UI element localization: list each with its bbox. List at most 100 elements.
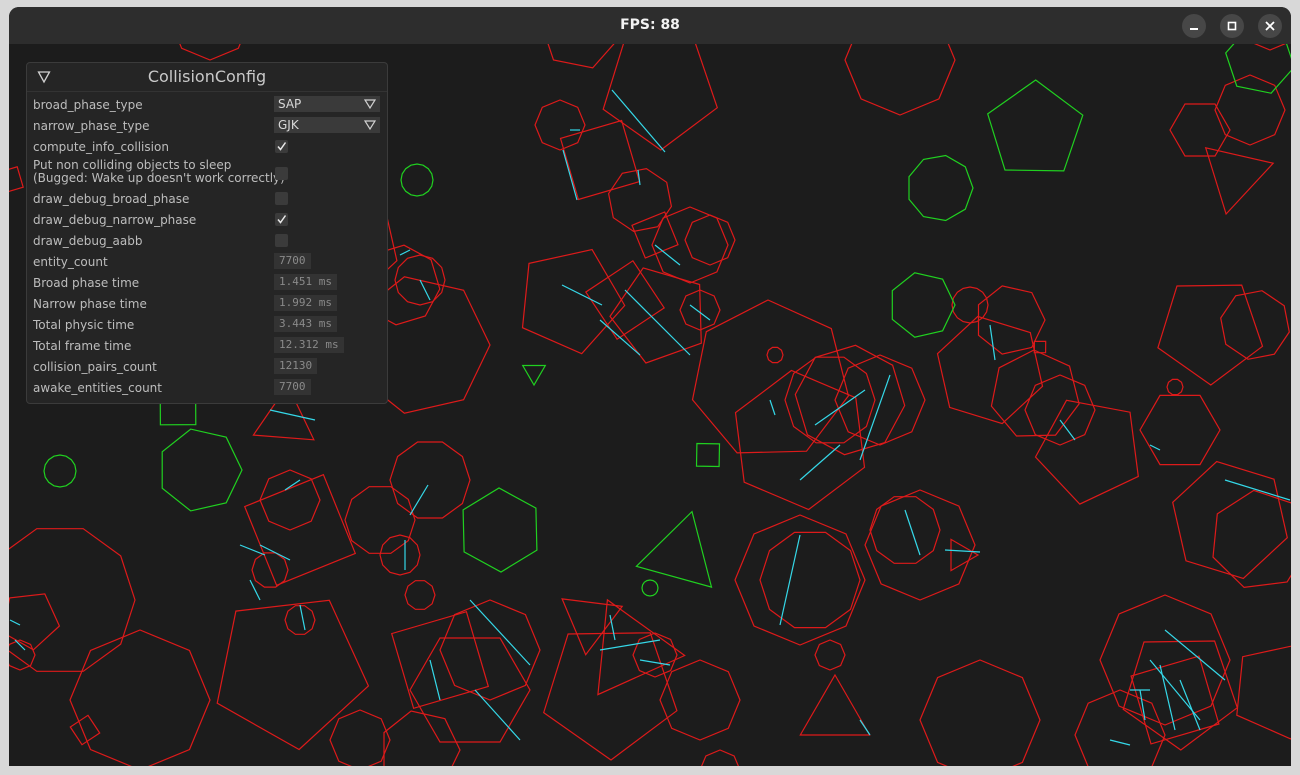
colliding-shape	[542, 632, 678, 761]
colliding-shape	[409, 637, 531, 743]
colliding-shape	[404, 580, 436, 610]
draw-debug-narrow-phase-row: draw_debug_narrow_phase	[33, 210, 383, 230]
colliding-shape	[1157, 284, 1264, 386]
colliding-shape	[632, 632, 678, 678]
contact-normal-line	[1109, 739, 1131, 746]
compute-info-collision-label: compute_info_collision	[33, 140, 169, 154]
draw-debug-aabb-row: draw_debug_aabb	[33, 231, 383, 251]
colliding-shape	[379, 534, 421, 576]
narrow-phase-time-value: 1.992 ms	[274, 295, 337, 311]
colliding-shape	[179, 44, 241, 61]
contact-normal-line	[429, 659, 441, 701]
draw-debug-narrow-phase-label: draw_debug_narrow_phase	[33, 213, 197, 227]
contact-normal-line	[1159, 664, 1176, 731]
colliding-shape	[1204, 146, 1275, 216]
colliding-shape	[1074, 689, 1166, 766]
colliding-shape	[1172, 460, 1288, 580]
colliding-shape	[597, 598, 686, 696]
app-window: FPS: 88 CollisionConfig broad_phase_type…	[9, 7, 1291, 766]
total-physic-time-value: 3.443 ms	[274, 316, 337, 332]
dropdown-arrow-icon	[364, 99, 376, 109]
colliding-shape	[547, 44, 615, 69]
narrow-phase-type-row: narrow_phase_type GJK	[33, 116, 383, 136]
close-icon	[1265, 21, 1275, 31]
narrow-phase-time-row: Narrow phase time 1.992 ms	[33, 294, 383, 314]
collision-pairs-count-row: collision_pairs_count 12130	[33, 357, 383, 377]
total-frame-time-value: 12.312 ms	[274, 337, 344, 353]
colliding-shape	[559, 119, 641, 201]
narrow-phase-time-label: Narrow phase time	[33, 297, 147, 311]
colliding-shape	[734, 514, 866, 646]
broad-phase-type-select[interactable]: SAP	[274, 96, 380, 112]
draw-debug-narrow-phase-checkbox[interactable]	[275, 213, 288, 226]
total-frame-time-label: Total frame time	[33, 339, 132, 353]
colliding-shape	[844, 44, 956, 116]
colliding-shape	[534, 99, 586, 151]
maximize-button[interactable]	[1220, 14, 1244, 38]
colliding-shape	[259, 469, 321, 531]
contact-normal-line	[769, 399, 776, 416]
collision-pairs-count-label: collision_pairs_count	[33, 360, 157, 374]
colliding-shape	[691, 299, 850, 454]
free-shape	[908, 154, 974, 222]
total-physic-time-row: Total physic time 3.443 ms	[33, 315, 383, 335]
sleep-row: Put non colliding objects to sleep (Bugg…	[33, 159, 383, 187]
colliding-shape	[389, 441, 471, 519]
broad-phase-type-row: broad_phase_type SAP	[33, 95, 383, 115]
colliding-shape	[869, 496, 941, 564]
compute-info-collision-checkbox[interactable]	[275, 140, 288, 153]
free-shape	[641, 579, 659, 597]
checkmark-icon	[277, 142, 287, 151]
contact-normal-line	[639, 659, 671, 666]
draw-debug-broad-phase-label: draw_debug_broad_phase	[33, 192, 190, 206]
title-bar[interactable]: FPS: 88	[9, 7, 1291, 45]
colliding-shape	[521, 248, 626, 355]
colliding-shape	[651, 206, 729, 284]
colliding-shape	[766, 346, 784, 364]
collision-config-panel: CollisionConfig broad_phase_type SAP nar…	[26, 62, 388, 404]
contact-normal-line	[299, 604, 306, 631]
checkmark-icon	[277, 215, 287, 224]
contact-normal-line	[779, 534, 801, 626]
colliding-shape	[584, 259, 666, 341]
colliding-shape	[814, 639, 846, 671]
contact-normal-line	[599, 319, 641, 356]
colliding-shape	[1236, 645, 1291, 740]
awake-entities-count-value: 7700	[274, 379, 311, 395]
free-shape	[43, 454, 77, 488]
colliding-shape	[684, 214, 736, 266]
close-button[interactable]	[1258, 14, 1282, 38]
panel-header[interactable]: CollisionConfig	[27, 63, 387, 92]
colliding-shape	[9, 166, 24, 193]
draw-debug-aabb-label: draw_debug_aabb	[33, 234, 143, 248]
colliding-shape	[1034, 399, 1139, 505]
free-shape	[462, 487, 538, 573]
colliding-shape	[1214, 74, 1286, 146]
colliding-shape	[329, 709, 391, 766]
draw-debug-aabb-checkbox[interactable]	[275, 234, 288, 247]
colliding-shape	[561, 598, 624, 656]
contact-normal-line	[1179, 679, 1201, 731]
colliding-shape	[784, 356, 876, 444]
colliding-shape	[1166, 378, 1184, 396]
contact-normal-line	[1224, 479, 1291, 501]
contact-normal-line	[944, 549, 981, 553]
contact-normal-line	[1164, 629, 1226, 681]
colliding-shape	[602, 44, 719, 151]
free-shape	[161, 428, 243, 512]
contact-normal-line	[859, 719, 871, 736]
minimize-button[interactable]	[1182, 14, 1206, 38]
entity-count-value: 7700	[274, 253, 311, 269]
narrow-phase-type-select[interactable]: GJK	[274, 117, 380, 133]
colliding-shape	[1139, 394, 1221, 466]
free-shape	[635, 510, 713, 588]
maximize-icon	[1227, 21, 1237, 31]
colliding-shape	[799, 673, 871, 736]
colliding-shape	[1169, 103, 1231, 157]
free-shape	[891, 272, 956, 338]
narrow-phase-type-label: narrow_phase_type	[33, 119, 150, 133]
draw-debug-broad-phase-checkbox[interactable]	[275, 192, 288, 205]
colliding-shape	[951, 286, 989, 324]
sleep-checkbox[interactable]	[275, 167, 288, 180]
colliding-shape	[834, 354, 926, 446]
